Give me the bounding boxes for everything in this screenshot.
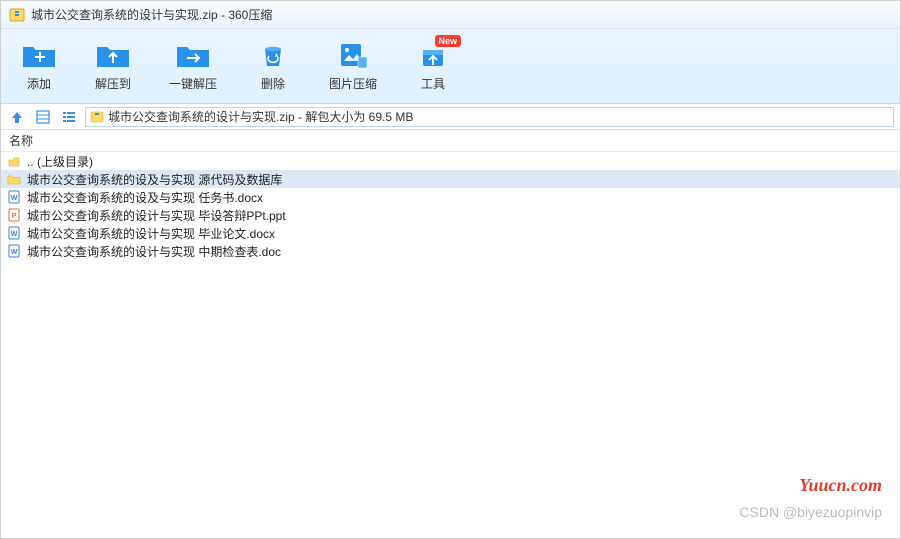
file-row[interactable]: W 城市公交查询系统的设及与实现 任务书.docx: [1, 188, 900, 206]
file-name: .. (上级目录): [27, 153, 93, 170]
toolbar: 添加 解压到 一键解压 删除 图片压缩 New 工具: [1, 29, 900, 104]
file-name: 城市公交查询系统的设计与实现 毕业论文.docx: [27, 225, 275, 242]
extract-to-button[interactable]: 解压到: [95, 41, 131, 92]
tools-button[interactable]: New 工具: [415, 41, 451, 92]
file-row[interactable]: W 城市公交查询系统的设计与实现 毕业论文.docx: [1, 224, 900, 242]
file-name: 城市公交查询系统的设及与实现 源代码及数据库: [27, 171, 282, 188]
image-compress-button[interactable]: 图片压缩: [329, 41, 377, 92]
watermark-yuucn: Yuucn.com: [799, 475, 882, 496]
recycle-bin-icon: [255, 41, 291, 69]
delete-button[interactable]: 删除: [255, 41, 291, 92]
svg-text:P: P: [12, 213, 17, 220]
one-extract-icon: [175, 41, 211, 69]
archive-icon: [90, 110, 104, 124]
add-button[interactable]: 添加: [21, 41, 57, 92]
watermark-csdn: CSDN @biyezuopinvip: [739, 504, 882, 520]
column-header-name[interactable]: 名称: [1, 130, 900, 152]
svg-text:W: W: [11, 195, 18, 202]
up-button[interactable]: [7, 107, 27, 127]
new-badge: New: [435, 35, 462, 47]
extract-icon: [95, 41, 131, 69]
add-folder-icon: [21, 41, 57, 69]
file-row[interactable]: P 城市公交查询系统的设计与实现 毕设答辩PPt.ppt: [1, 206, 900, 224]
file-list: .. (上级目录)城市公交查询系统的设及与实现 源代码及数据库 W 城市公交查询系统…: [1, 152, 900, 260]
path-bar: 城市公交查询系统的设计与实现.zip - 解包大小为 69.5 MB: [1, 104, 900, 130]
path-text: 城市公交查询系统的设计与实现.zip - 解包大小为 69.5 MB: [108, 108, 413, 125]
ppt-icon: P: [7, 208, 21, 222]
view-details-button[interactable]: [33, 107, 53, 127]
path-field[interactable]: 城市公交查询系统的设计与实现.zip - 解包大小为 69.5 MB: [85, 107, 894, 127]
file-row[interactable]: 城市公交查询系统的设及与实现 源代码及数据库: [1, 170, 900, 188]
file-row[interactable]: W 城市公交查询系统的设计与实现 中期检查表.doc: [1, 242, 900, 260]
archive-icon: [9, 7, 25, 23]
image-icon: [335, 41, 371, 69]
titlebar: 城市公交查询系统的设计与实现.zip - 360压缩: [1, 1, 900, 29]
doc-icon: W: [7, 244, 21, 258]
docx-icon: W: [7, 190, 21, 204]
folder-icon: [7, 172, 21, 186]
file-name: 城市公交查询系统的设及与实现 任务书.docx: [27, 189, 263, 206]
file-name: 城市公交查询系统的设计与实现 毕设答辩PPt.ppt: [27, 207, 286, 224]
view-list-button[interactable]: [59, 107, 79, 127]
up-icon: [7, 154, 21, 168]
docx-icon: W: [7, 226, 21, 240]
file-name: 城市公交查询系统的设计与实现 中期检查表.doc: [27, 243, 281, 260]
svg-text:W: W: [11, 249, 18, 256]
one-click-extract-button[interactable]: 一键解压: [169, 41, 217, 92]
svg-text:W: W: [11, 231, 18, 238]
file-row[interactable]: .. (上级目录): [1, 152, 900, 170]
window-title: 城市公交查询系统的设计与实现.zip - 360压缩: [31, 6, 272, 23]
